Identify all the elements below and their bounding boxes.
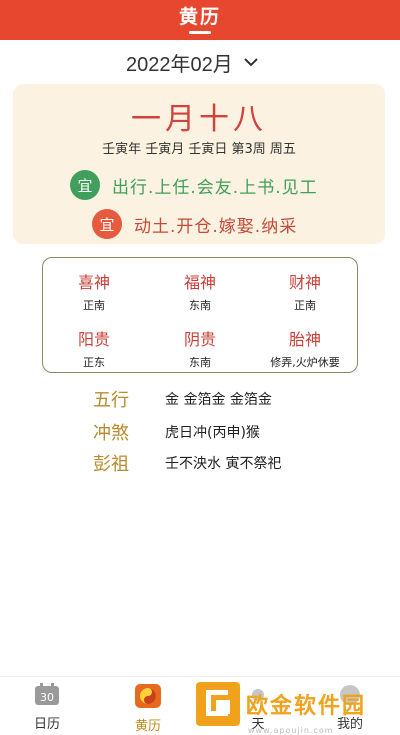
god-name: 阴贵: [183, 330, 216, 349]
yi-row: 宜 出行.上任.会友.上书.见工: [70, 170, 318, 200]
nav-item-calendar[interactable]: 30 日历: [17, 683, 77, 732]
god-name: 胎神: [288, 330, 321, 349]
nav-label: 日历: [33, 717, 60, 732]
info-row-pengzu: 彭祖 壬不泱水 寅不祭祀: [93, 450, 281, 476]
god-name: 福神: [183, 273, 216, 292]
gods-grid: 喜神 正南 福神 东南 财神 正南 阳贵 正东 阴贵 东南 胎神 修弄,火炉休要: [42, 257, 358, 373]
info-value: 虎日冲(丙申)猴: [165, 425, 260, 441]
ji-row: 宜 动土.开仓.嫁娶.纳采: [92, 209, 297, 239]
god-name: 财神: [288, 273, 321, 292]
god-name: 阳贵: [77, 330, 110, 349]
chevron-down-icon: [244, 58, 258, 67]
god-direction: 正东: [83, 356, 105, 369]
watermark-text: 欧金软件园: [246, 694, 367, 719]
god-direction: 东南: [189, 356, 211, 369]
calendar-icon: 30: [35, 683, 59, 705]
god-cell: 胎神 修弄,火炉休要: [255, 326, 355, 370]
nav-item-huangli[interactable]: 黄历: [118, 683, 178, 734]
god-direction: 东南: [189, 299, 211, 312]
ganzhi-line: 壬寅年 壬寅月 壬寅日 第3周 周五: [102, 142, 296, 157]
almanac-card: 一月十八 壬寅年 壬寅月 壬寅日 第3周 周五 宜 出行.上任.会友.上书.见工…: [13, 84, 385, 244]
ji-badge: 宜: [92, 209, 122, 239]
header-bar: 黄历: [0, 0, 400, 40]
info-label: 冲煞: [93, 423, 129, 444]
month-selector[interactable]: 2022年02月: [126, 50, 259, 76]
title-underline: [189, 31, 211, 34]
god-cell: 阳贵 正东: [44, 326, 144, 370]
info-value: 金 金箔金 金箔金: [165, 392, 272, 408]
god-direction: 正南: [294, 299, 316, 312]
god-direction: 修弄,火炉休要: [270, 356, 340, 369]
info-label: 五行: [93, 390, 129, 411]
watermark: 欧金软件园 www.apoujin.com: [196, 682, 396, 735]
god-cell: 阴贵 东南: [150, 326, 250, 370]
info-row-wuxing: 五行 金 金箔金 金箔金: [93, 386, 272, 412]
taiji-icon: [135, 684, 161, 708]
watermark-logo-icon: [196, 682, 240, 726]
ji-text: 动土.开仓.嫁娶.纳采: [134, 216, 298, 237]
info-value: 壬不泱水 寅不祭祀: [165, 456, 282, 472]
yi-badge: 宜: [70, 170, 100, 200]
calendar-icon-number: 30: [40, 691, 54, 704]
page-title: 黄历: [178, 6, 221, 28]
god-cell: 福神 东南: [150, 269, 250, 313]
yi-text: 出行.上任.会友.上书.见工: [112, 177, 318, 198]
nav-label: 黄历: [134, 719, 161, 734]
lunar-date: 一月十八: [131, 102, 267, 137]
god-direction: 正南: [83, 299, 105, 312]
info-label: 彭祖: [93, 454, 129, 475]
info-row-chongsha: 冲煞 虎日冲(丙申)猴: [93, 419, 260, 445]
month-label: 2022年02月: [126, 53, 233, 76]
god-cell: 喜神 正南: [44, 269, 144, 313]
god-cell: 财神 正南: [255, 269, 355, 313]
god-name: 喜神: [77, 273, 110, 292]
